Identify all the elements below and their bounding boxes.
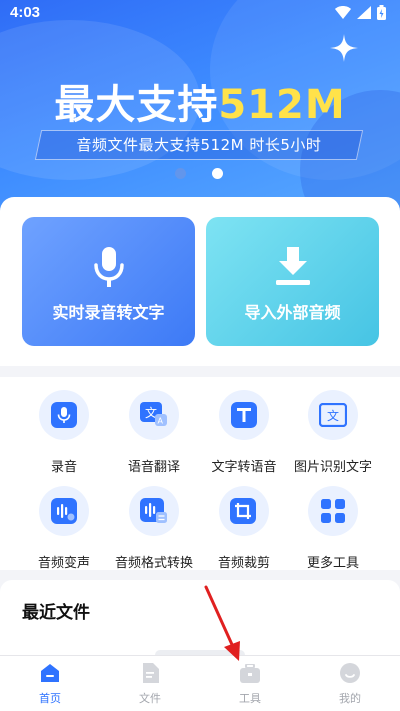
import-audio-button[interactable]: 导入外部音频 [206, 217, 379, 346]
crop-icon [230, 498, 256, 524]
nav-tools-label: 工具 [239, 692, 261, 705]
signal-icon [357, 6, 371, 19]
tool-label: 文字转语音 [211, 460, 277, 475]
recent-files-title: 最近文件 [22, 603, 90, 623]
tool-label: 语音翻译 [127, 460, 180, 475]
text-to-speech-icon [231, 402, 257, 428]
status-time: 4:03 [10, 4, 41, 21]
more-tools-icon [321, 499, 345, 523]
nav-home-label: 首页 [39, 692, 61, 705]
banner-subtitle: 音频文件最大支持512M 时长5小时 [76, 136, 322, 154]
svg-text:A: A [158, 417, 164, 426]
svg-text:文: 文 [327, 408, 339, 423]
nav-tools[interactable]: 工具 [200, 662, 300, 706]
nav-home[interactable]: 首页 [0, 662, 100, 706]
download-icon [275, 247, 310, 285]
hero-banner[interactable]: 最大支持512M 音频文件最大支持512M 时长5小时 [0, 0, 400, 215]
import-audio-label: 导入外部音频 [244, 303, 341, 322]
nav-files[interactable]: 文件 [100, 662, 200, 706]
toolbox-icon [240, 663, 260, 683]
banner-title: 最大支持512M [0, 72, 400, 130]
tool-label: 图片识别文字 [293, 460, 372, 475]
carousel-dot-active[interactable] [212, 168, 223, 179]
primary-actions-card: 实时录音转文字 导入外部音频 [0, 197, 400, 366]
nav-profile-label: 我的 [339, 692, 361, 705]
banner-title-main: 最大支持 [54, 82, 219, 128]
realtime-transcribe-label: 实时录音转文字 [52, 303, 165, 322]
carousel-indicator [0, 168, 400, 180]
profile-icon [340, 663, 360, 683]
banner-title-accent: 512M [218, 82, 346, 128]
tools-grid-card: 录音 文 A 语音翻译 文字转语音 文 图片识别文字 音频变声 音频格式转换 音… [0, 377, 400, 571]
tool-label: 音频变声 [37, 556, 90, 571]
carousel-dot[interactable] [175, 168, 186, 179]
image-ocr-icon: 文 [319, 403, 347, 427]
file-icon [143, 663, 159, 683]
home-icon [41, 664, 59, 682]
wifi-icon [335, 6, 351, 19]
nav-profile[interactable]: 我的 [300, 662, 400, 706]
battery-icon [377, 5, 386, 20]
banner-subtitle-box: 音频文件最大支持512M 时长5小时 [34, 130, 364, 160]
tool-label: 音频格式转换 [114, 556, 193, 571]
format-convert-icon [140, 498, 167, 523]
sparkle-icon [330, 34, 358, 62]
tool-label: 更多工具 [306, 556, 359, 571]
microphone-icon [51, 402, 77, 428]
microphone-icon [93, 247, 124, 287]
tool-label: 音频裁剪 [217, 556, 270, 571]
nav-files-label: 文件 [139, 692, 161, 705]
annotation-arrow-icon [204, 585, 240, 661]
translate-icon: 文 A [140, 402, 167, 426]
voice-change-icon [51, 498, 77, 524]
realtime-transcribe-button[interactable]: 实时录音转文字 [22, 217, 195, 346]
status-bar: 4:03 [0, 0, 400, 28]
tool-label: 录音 [50, 460, 77, 475]
